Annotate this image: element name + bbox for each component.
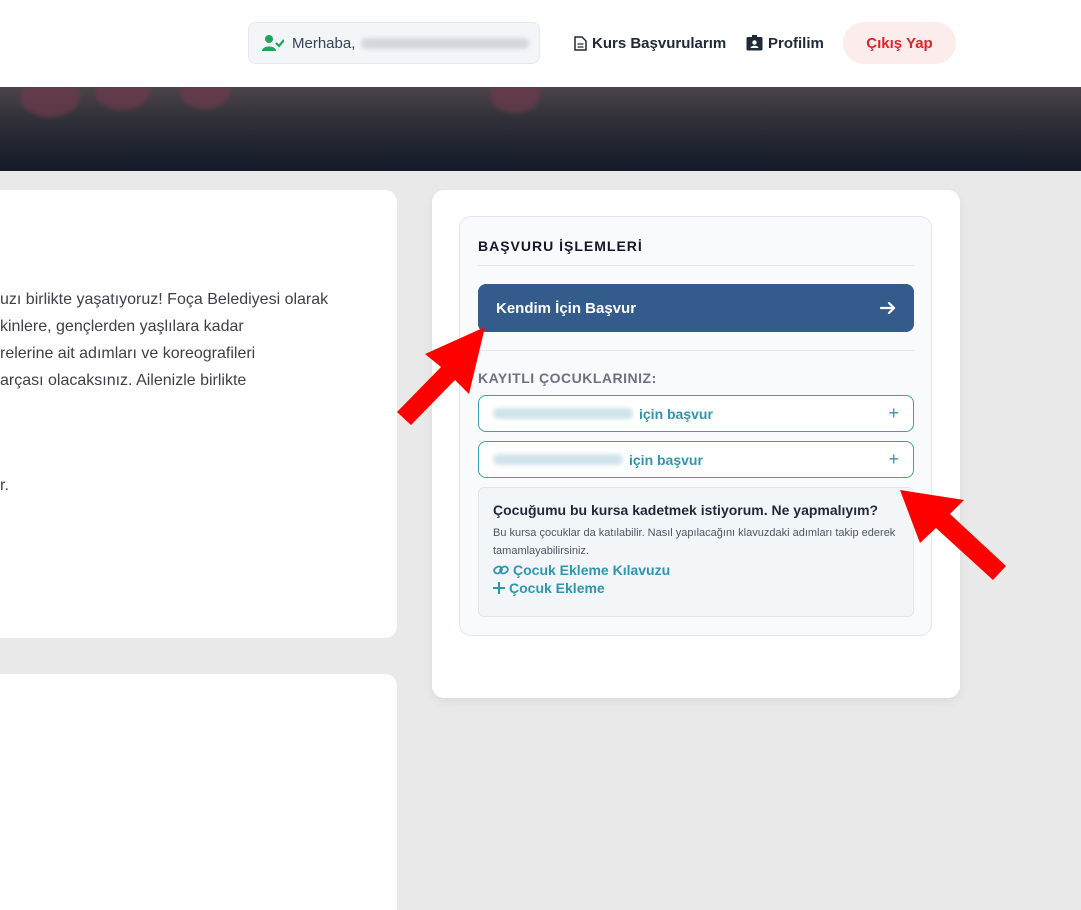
arrow-right-icon xyxy=(880,301,896,315)
course-description-card: uzı birlikte yaşatıyoruz! Foça Belediyes… xyxy=(0,190,397,638)
description-line: uzı birlikte yaşatıyoruz! Foça Belediyes… xyxy=(0,291,329,308)
apply-for-child-button[interactable]: için başvur + xyxy=(478,441,914,478)
description-line: kinlere, gençlerden yaşlılara kadar xyxy=(0,318,244,335)
add-child-link-label: Çocuk Ekleme xyxy=(509,580,605,596)
id-badge-icon xyxy=(746,35,763,51)
hero-figure xyxy=(490,87,540,113)
nav-course-applications[interactable]: Kurs Başvurularım xyxy=(574,22,726,64)
logout-button[interactable]: Çıkış Yap xyxy=(843,22,956,64)
nav-course-applications-label: Kurs Başvurularım xyxy=(592,34,727,52)
hero-image xyxy=(0,87,1081,171)
document-icon xyxy=(574,35,587,51)
child-guide-link[interactable]: Çocuk Ekleme Kılavuzu xyxy=(493,562,899,578)
help-description: Bu kursa çocuklar da katılabilir. Nasıl … xyxy=(493,527,896,557)
apply-for-myself-label: Kendim İçin Başvur xyxy=(496,299,637,317)
child-name-redacted xyxy=(493,454,623,465)
annotation-arrow-icon xyxy=(900,490,1006,580)
child-help-box: Çocuğumu bu kursa kadetmek istiyorum. Ne… xyxy=(478,487,914,617)
apply-for-myself-button[interactable]: Kendim İçin Başvur xyxy=(478,284,914,332)
greeting-text: Merhaba, xyxy=(292,34,356,52)
apply-for-child-button[interactable]: için başvur + xyxy=(478,395,914,432)
hero-figure xyxy=(95,87,150,110)
user-name-redacted xyxy=(361,37,530,49)
hero-figure xyxy=(180,87,230,109)
user-check-icon xyxy=(262,35,284,51)
registered-children-label: KAYITLI ÇOCUKLARINIZ: xyxy=(478,370,657,386)
nav-profile-label: Profilim xyxy=(768,34,824,52)
divider xyxy=(478,350,914,351)
course-description-text: uzı birlikte yaşatıyoruz! Foça Belediyes… xyxy=(0,286,380,394)
help-title: Çocuğumu bu kursa kadetmek istiyorum. Ne… xyxy=(493,502,879,518)
divider xyxy=(478,265,914,266)
child-guide-link-label: Çocuk Ekleme Kılavuzu xyxy=(513,562,671,578)
application-panel-title: BAŞVURU İŞLEMLERİ xyxy=(478,238,643,254)
description-end-text: r. xyxy=(0,477,9,494)
description-line: arçası olacaksınız. Ailenizle birlikte xyxy=(0,372,247,389)
plus-icon xyxy=(493,582,505,594)
user-greeting: Merhaba, xyxy=(248,22,540,64)
secondary-card xyxy=(0,674,397,910)
apply-for-child-label: için başvur xyxy=(639,405,713,422)
link-icon xyxy=(493,565,509,575)
nav-profile[interactable]: Profilim xyxy=(746,22,824,64)
child-name-redacted xyxy=(493,408,633,419)
annotation-arrow-icon xyxy=(397,327,485,425)
add-child-link[interactable]: Çocuk Ekleme xyxy=(493,580,899,596)
hero-figure xyxy=(20,87,80,117)
apply-for-child-label: için başvur xyxy=(629,451,703,468)
plus-icon: + xyxy=(888,403,899,423)
plus-icon: + xyxy=(888,449,899,469)
top-header: Merhaba, Kurs Başvurularım Profilim Çıkı… xyxy=(0,0,1081,87)
description-line: relerine ait adımları ve koreografileri xyxy=(0,345,256,362)
